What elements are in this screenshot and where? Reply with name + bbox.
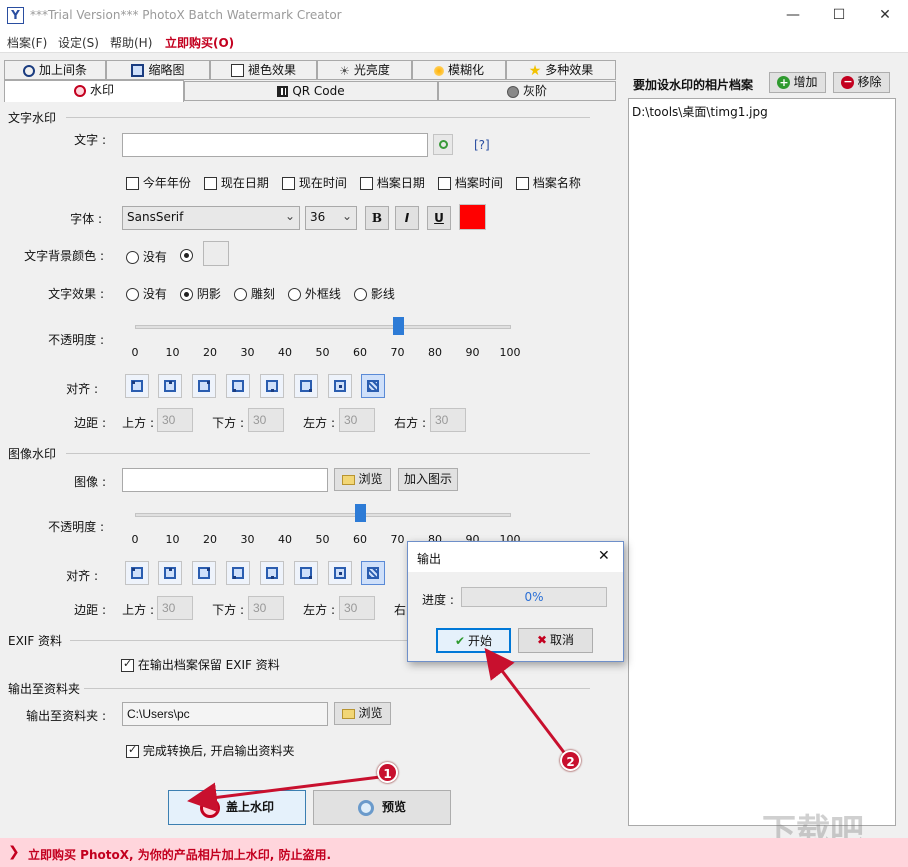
annotation-marker-2: 2 <box>560 750 581 771</box>
annotation-arrows <box>187 647 568 813</box>
annotation-arrow-2 <box>484 647 568 756</box>
annotation-arrow-1 <box>187 775 381 813</box>
annotation-marker-1: 1 <box>377 762 398 783</box>
